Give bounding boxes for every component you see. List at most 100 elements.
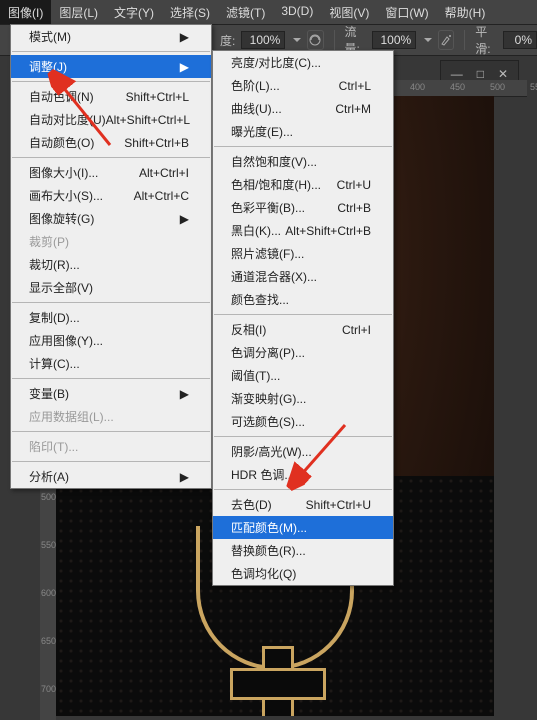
menu-item[interactable]: 自动色调(N)Shift+Ctrl+L — [11, 85, 211, 108]
menu-item[interactable]: 照片滤镜(F)... — [213, 242, 393, 265]
menu-item-label: 阈值(T)... — [231, 367, 280, 384]
maximize-icon[interactable]: □ — [477, 67, 484, 81]
close-icon[interactable]: ✕ — [498, 67, 508, 81]
menu-item[interactable]: 色调分离(P)... — [213, 341, 393, 364]
menu-item[interactable]: 阴影/高光(W)... — [213, 440, 393, 463]
menu-item[interactable]: 计算(C)... — [11, 352, 211, 375]
menu-separator — [12, 431, 210, 432]
menu-item-label: 色阶(L)... — [231, 77, 280, 94]
menubar-item[interactable]: 帮助(H) — [437, 0, 494, 24]
menu-item[interactable]: HDR 色调... — [213, 463, 393, 486]
menubar-item[interactable]: 图像(I) — [0, 0, 51, 24]
submenu-arrow-icon: ▶ — [180, 387, 189, 401]
menu-item-label: 陷印(T)... — [29, 438, 78, 455]
smoothing-value[interactable]: 0% — [503, 31, 537, 49]
menu-item-shortcut: Alt+Ctrl+C — [134, 189, 189, 203]
menu-item: 裁剪(P) — [11, 230, 211, 253]
menu-item-shortcut: Shift+Ctrl+L — [126, 90, 189, 104]
image-menu: 模式(M)▶调整(J)▶自动色调(N)Shift+Ctrl+L自动对比度(U)A… — [10, 24, 212, 489]
chevron-down-icon[interactable] — [293, 38, 301, 42]
menu-item[interactable]: 通道混合器(X)... — [213, 265, 393, 288]
submenu-arrow-icon: ▶ — [180, 470, 189, 484]
menu-item-shortcut: Ctrl+M — [335, 102, 371, 116]
menu-item-label: 颜色查找... — [231, 291, 289, 308]
menubar-item[interactable]: 窗口(W) — [377, 0, 436, 24]
menu-item-label: 匹配颜色(M)... — [231, 519, 307, 536]
menu-item-label: 可选颜色(S)... — [231, 413, 305, 430]
menu-item[interactable]: 曝光度(E)... — [213, 120, 393, 143]
menu-item[interactable]: 曲线(U)... Ctrl+M — [213, 97, 393, 120]
menu-item[interactable]: 裁切(R)... — [11, 253, 211, 276]
menu-separator — [12, 302, 210, 303]
menu-item[interactable]: 变量(B)▶ — [11, 382, 211, 405]
menu-item-label: 自动对比度(U) — [29, 111, 106, 128]
menubar-item[interactable]: 视图(V) — [321, 0, 377, 24]
minimize-icon[interactable]: — — [451, 67, 463, 81]
menu-item[interactable]: 分析(A)▶ — [11, 465, 211, 488]
menubar-item[interactable]: 选择(S) — [162, 0, 218, 24]
menu-item[interactable]: 自然饱和度(V)... — [213, 150, 393, 173]
menu-item-shortcut: Alt+Shift+Ctrl+L — [106, 113, 190, 127]
pressure-opacity-icon[interactable] — [307, 30, 323, 50]
menu-item[interactable]: 黑白(K)...Alt+Shift+Ctrl+B — [213, 219, 393, 242]
menu-item[interactable]: 反相(I)Ctrl+I — [213, 318, 393, 341]
menu-item[interactable]: 色相/饱和度(H)...Ctrl+U — [213, 173, 393, 196]
menubar-item[interactable]: 3D(D) — [273, 0, 321, 24]
flow-value[interactable]: 100% — [372, 31, 416, 49]
menubar-item[interactable]: 图层(L) — [51, 0, 106, 24]
menu-item[interactable]: 颜色查找... — [213, 288, 393, 311]
menu-item-label: 复制(D)... — [29, 309, 80, 326]
menubar-item[interactable]: 滤镜(T) — [218, 0, 273, 24]
menu-item[interactable]: 模式(M)▶ — [11, 25, 211, 48]
opacity-value[interactable]: 100% — [241, 31, 285, 49]
menu-item[interactable]: 可选颜色(S)... — [213, 410, 393, 433]
menu-item[interactable]: 替换颜色(R)... — [213, 539, 393, 562]
menu-item-label: 去色(D) — [231, 496, 272, 513]
menu-item[interactable]: 色彩平衡(B)...Ctrl+B — [213, 196, 393, 219]
menu-item-label: 色相/饱和度(H)... — [231, 176, 321, 193]
menu-item[interactable]: 图像旋转(G)▶ — [11, 207, 211, 230]
menu-item-label: 曲线(U)... — [231, 100, 282, 117]
menu-item-label: 应用数据组(L)... — [29, 408, 114, 425]
menu-item-shortcut: Shift+Ctrl+U — [306, 498, 371, 512]
menu-item-shortcut: Alt+Shift+Ctrl+B — [285, 224, 371, 238]
menu-separator — [214, 314, 392, 315]
airbrush-icon[interactable] — [438, 30, 454, 50]
separator — [464, 30, 465, 50]
menu-item[interactable]: 图像大小(I)...Alt+Ctrl+I — [11, 161, 211, 184]
menu-item-label: 计算(C)... — [29, 355, 80, 372]
menu-item[interactable]: 自动颜色(O)Shift+Ctrl+B — [11, 131, 211, 154]
menu-item[interactable]: 复制(D)... — [11, 306, 211, 329]
menu-item-label: 反相(I) — [231, 321, 266, 338]
menu-item[interactable]: 阈值(T)... — [213, 364, 393, 387]
submenu-arrow-icon: ▶ — [180, 212, 189, 226]
menu-item[interactable]: 调整(J)▶ — [11, 55, 211, 78]
menu-separator — [12, 461, 210, 462]
menu-item-label: 裁剪(P) — [29, 233, 69, 250]
ruler-tick: 600 — [41, 588, 56, 598]
menu-item-label: 渐变映射(G)... — [231, 390, 306, 407]
menu-item[interactable]: 亮度/对比度(C)... — [213, 51, 393, 74]
menu-item-label: 显示全部(V) — [29, 279, 93, 296]
chevron-down-icon[interactable] — [424, 38, 432, 42]
menu-item[interactable]: 色阶(L)... Ctrl+L — [213, 74, 393, 97]
menu-item-shortcut: Alt+Ctrl+I — [139, 166, 189, 180]
menu-item[interactable]: 色调均化(Q) — [213, 562, 393, 585]
menu-item[interactable]: 去色(D) Shift+Ctrl+U — [213, 493, 393, 516]
menu-item[interactable]: 应用图像(Y)... — [11, 329, 211, 352]
menubar-item[interactable]: 文字(Y) — [106, 0, 162, 24]
ruler-tick: 400 — [410, 82, 425, 92]
menu-separator — [12, 378, 210, 379]
menu-item[interactable]: 显示全部(V) — [11, 276, 211, 299]
smoothing-label: 平滑: — [475, 23, 497, 57]
menu-separator — [214, 146, 392, 147]
menu-item-label: 亮度/对比度(C)... — [231, 54, 321, 71]
menu-item-label: HDR 色调... — [231, 466, 294, 483]
menu-item-shortcut: Ctrl+L — [339, 79, 371, 93]
menu-item[interactable]: 画布大小(S)...Alt+Ctrl+C — [11, 184, 211, 207]
menu-item[interactable]: 自动对比度(U)Alt+Shift+Ctrl+L — [11, 108, 211, 131]
menu-item-label: 色调分离(P)... — [231, 344, 305, 361]
menu-item[interactable]: 匹配颜色(M)... — [213, 516, 393, 539]
menu-item[interactable]: 渐变映射(G)... — [213, 387, 393, 410]
ruler-tick: 450 — [450, 82, 465, 92]
